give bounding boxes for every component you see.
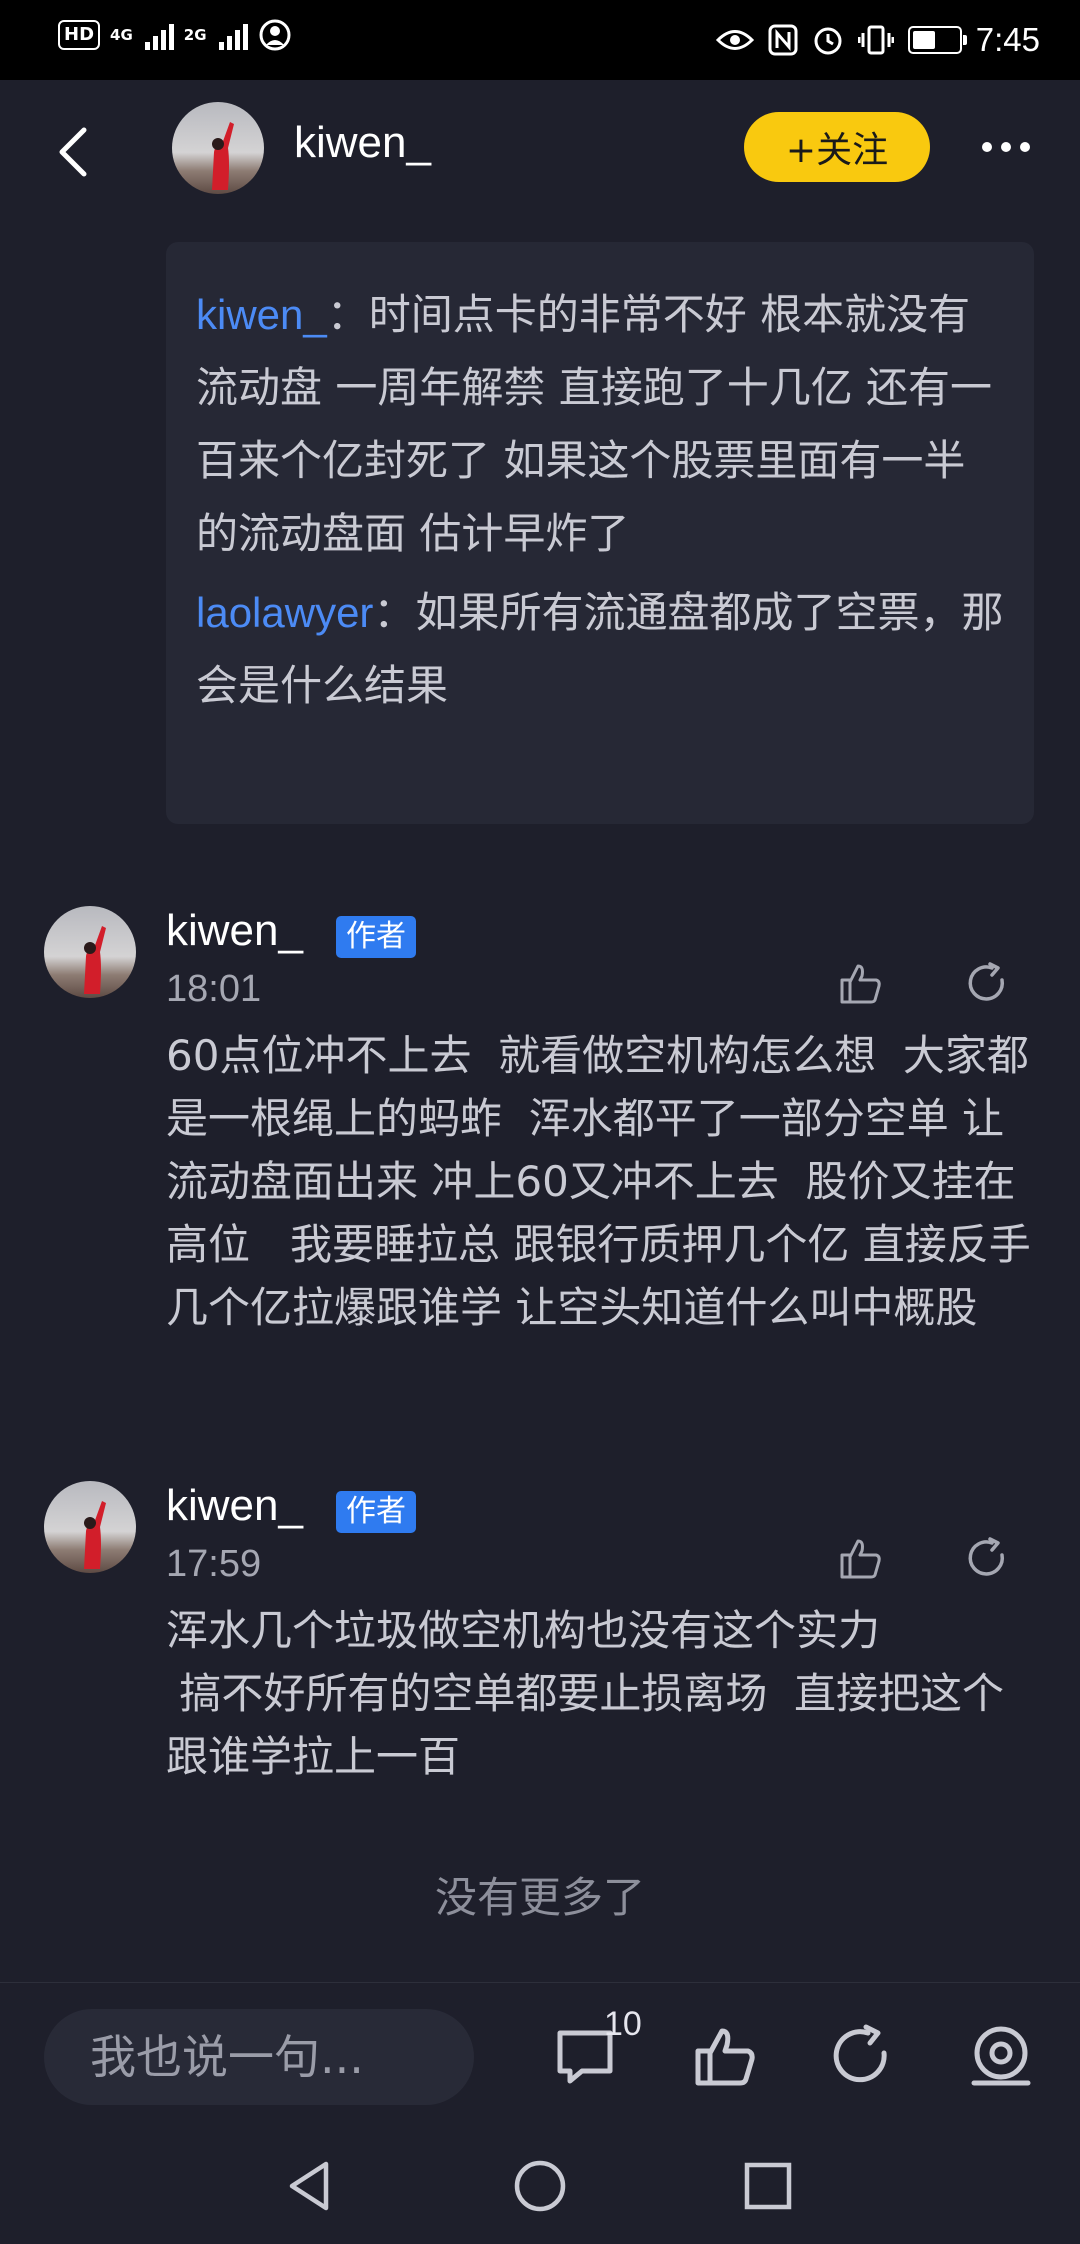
commenter-avatar[interactable] (44, 906, 136, 998)
commenter-avatar[interactable] (44, 1481, 136, 1573)
hd-indicator: HD (58, 20, 101, 50)
comment-time: 18:01 (166, 968, 262, 1010)
clock: 7:45 (975, 21, 1040, 58)
more-options-icon[interactable] (982, 142, 1030, 152)
quote-separator: ： (326, 290, 369, 339)
collect-icon[interactable] (968, 2023, 1034, 2089)
system-nav-bar (0, 2122, 1080, 2244)
quoted-reply: kiwen_：时间点卡的非常不好 根本就没有流动盘 一周年解禁 直接跑了十几亿 … (196, 278, 1004, 570)
quote-separator: ： (373, 588, 416, 637)
signal-icon (144, 20, 174, 50)
battery-icon (907, 26, 967, 54)
follow-button[interactable]: +关注 (744, 112, 930, 182)
back-arrow-icon[interactable] (50, 122, 100, 182)
author-name[interactable]: kiwen_ (294, 118, 431, 168)
bottom-action-bar: 我也说一句... 10 (0, 1982, 1080, 2123)
comment-text: 浑水几个垃圾做空机构也没有这个实力 搞不好所有的空单都要止损离场 直接把这个跟谁… (166, 1606, 1005, 1781)
network-type-1: 4G (110, 26, 133, 44)
quoted-author[interactable]: laolawyer (196, 589, 373, 636)
status-right: 7:45 (715, 12, 1040, 68)
status-left: HD 4G 2G (58, 18, 292, 52)
commenter-name[interactable]: kiwen_ (166, 1481, 303, 1531)
quoted-author[interactable]: kiwen_ (196, 291, 327, 338)
comment-count: 10 (604, 2005, 642, 2043)
eye-icon (715, 30, 754, 50)
no-more-notice: 没有更多了 (434, 1873, 645, 1922)
comment-text: 60点位冲不上去 就看做空机构怎么想 大家都是一根绳上的蚂蚱 浑水都平了一部分空… (166, 1031, 1031, 1332)
status-bar: HD 4G 2G 7:45 (0, 0, 1080, 80)
nfc-icon (768, 24, 798, 56)
nav-back-icon[interactable] (280, 2156, 340, 2216)
share-icon[interactable] (964, 960, 1010, 1006)
vibrate-icon (857, 25, 894, 55)
comment-input[interactable]: 我也说一句... (44, 2009, 474, 2105)
hotspot-icon (259, 19, 291, 51)
network-type-2: 2G (183, 26, 207, 44)
share-icon[interactable] (964, 1535, 1010, 1581)
share-icon[interactable] (828, 2023, 894, 2089)
nav-recents-icon[interactable] (738, 2156, 798, 2216)
quoted-thread[interactable]: kiwen_：时间点卡的非常不好 根本就没有流动盘 一周年解禁 直接跑了十几亿 … (166, 242, 1034, 824)
alarm-icon (814, 27, 842, 55)
commenter-name[interactable]: kiwen_ (166, 906, 303, 956)
author-avatar[interactable] (172, 102, 264, 194)
comment-time: 17:59 (166, 1543, 262, 1585)
quoted-reply: laolawyer：如果所有流通盘都成了空票，那会是什么结果 (196, 576, 1004, 722)
like-icon[interactable] (838, 1535, 884, 1581)
like-icon[interactable] (692, 2023, 758, 2089)
signal-icon-2 (218, 20, 248, 50)
author-badge: 作者 (336, 916, 416, 958)
top-bar: kiwen_ +关注 (0, 80, 1080, 230)
author-badge: 作者 (336, 1491, 416, 1533)
nav-home-icon[interactable] (510, 2156, 570, 2216)
like-icon[interactable] (838, 960, 884, 1006)
